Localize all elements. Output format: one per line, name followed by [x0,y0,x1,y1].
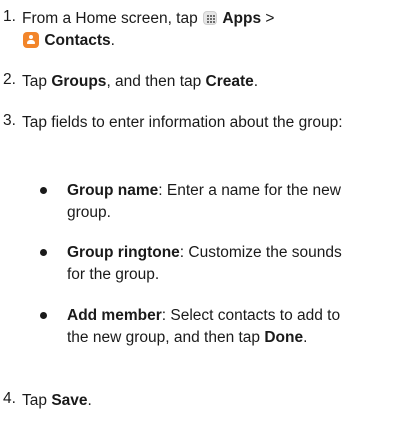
contacts-label: Contacts [44,32,111,49]
bullet-label: Add member [67,307,162,324]
instructions-page: 1. From a Home screen, tap Apps > Contac… [0,0,405,421]
apps-label: Apps [222,10,262,27]
contacts-icon [23,32,39,48]
create-label: Create [205,73,254,90]
bullet-dot [40,187,47,194]
step-number: 4. [3,390,16,407]
bullet-dot [40,249,47,256]
save-label: Save [51,392,88,409]
step-text: Tap Save. [22,392,92,409]
step-number: 1. [3,8,16,25]
bullet-dot [40,312,47,319]
done-label: Done [264,329,304,346]
step-text: From a Home screen, tap Apps > Contacts. [22,10,275,49]
step-text: Tap fields to enter information about th… [22,114,343,131]
step-number: 2. [3,71,16,88]
bullet-label: Group ringtone [67,244,180,261]
step-text: Tap Groups, and then tap Create. [22,73,259,90]
bullet-label: Group name [67,182,159,199]
step-number: 3. [3,112,16,129]
apps-grid-icon [203,11,218,25]
groups-label: Groups [51,73,107,90]
